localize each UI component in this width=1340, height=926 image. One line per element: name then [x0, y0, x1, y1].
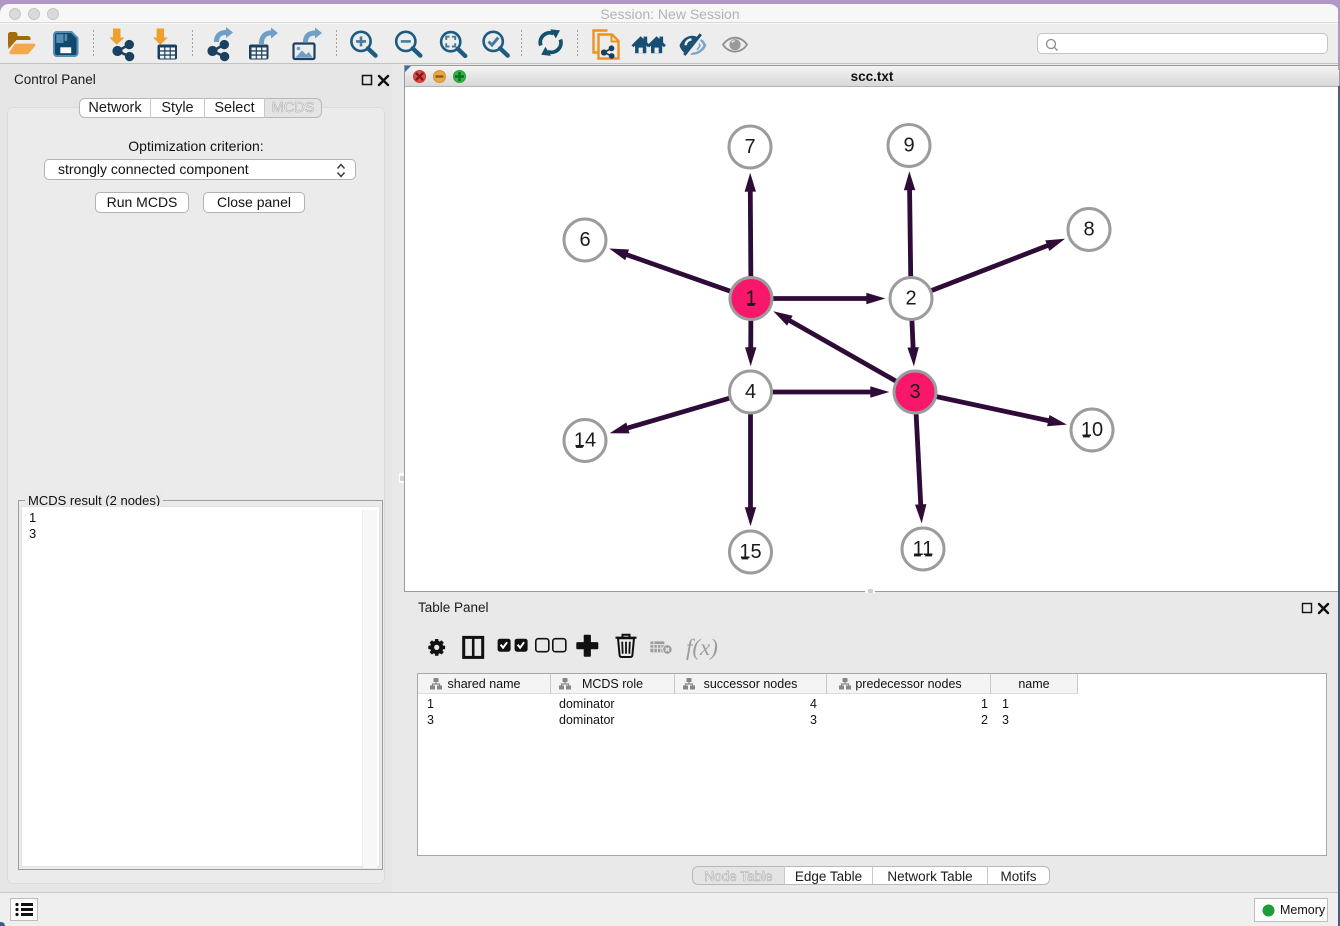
svg-text:3: 3 [909, 381, 920, 403]
svg-text:14: 14 [574, 430, 596, 452]
svg-text:9: 9 [903, 135, 914, 157]
svg-text:7: 7 [744, 136, 755, 158]
svg-text:6: 6 [579, 229, 590, 251]
svg-text:15: 15 [739, 541, 761, 563]
svg-text:10: 10 [1081, 419, 1103, 441]
svg-text:4: 4 [745, 381, 756, 403]
svg-text:f(x): f(x) [686, 635, 718, 660]
svg-text:11: 11 [913, 538, 934, 560]
svg-text:2: 2 [905, 288, 916, 310]
svg-text:8: 8 [1083, 219, 1094, 241]
svg-text:1: 1 [745, 288, 756, 310]
